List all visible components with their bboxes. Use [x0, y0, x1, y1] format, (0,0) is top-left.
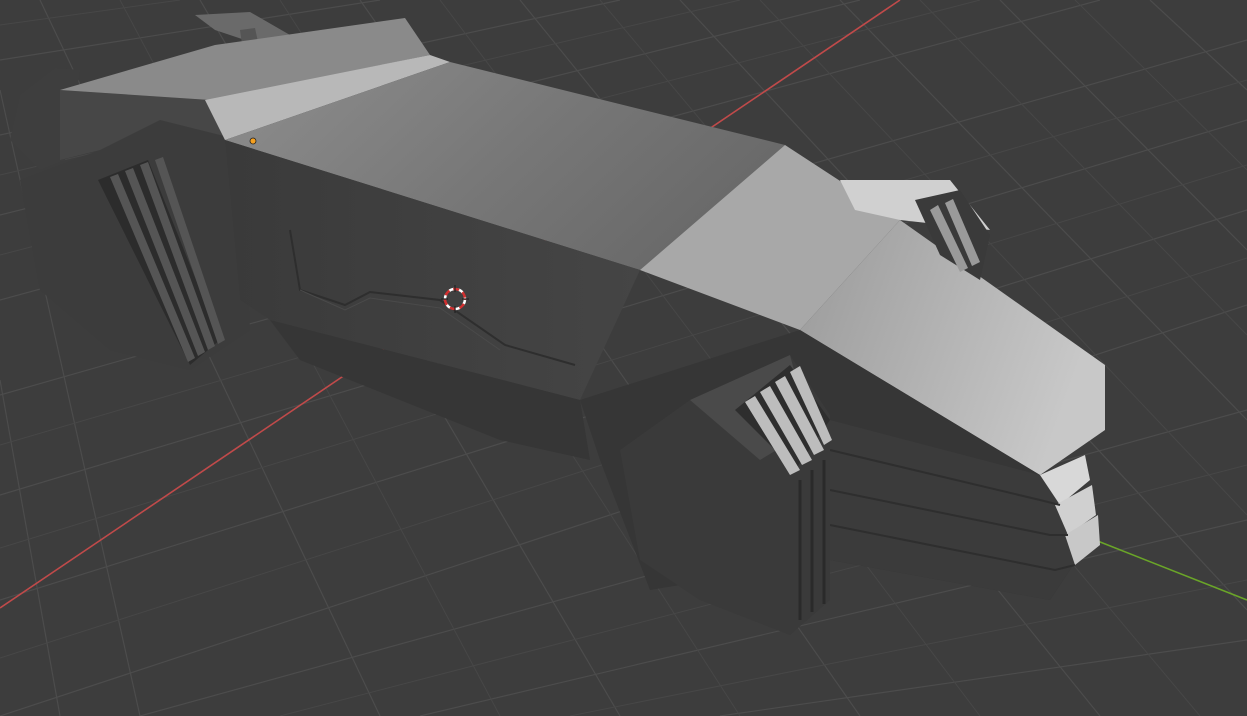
mesh-object[interactable] [10, 12, 1105, 635]
viewport-scene[interactable] [0, 0, 1247, 716]
object-origin-icon[interactable] [249, 137, 257, 145]
3d-viewport[interactable] [0, 0, 1247, 716]
y-axis-line [1089, 537, 1247, 601]
